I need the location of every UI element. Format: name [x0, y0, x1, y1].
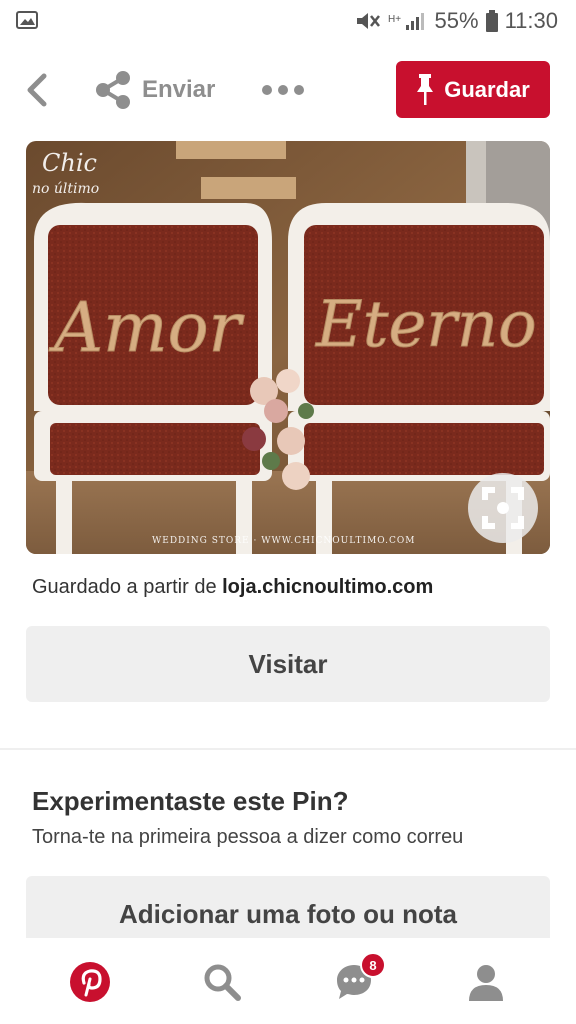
pushpin-icon [417, 73, 434, 105]
saved-from-prefix: Guardado a partir de [32, 576, 223, 598]
sign-right-text: Eterno [315, 288, 537, 362]
profile-icon [469, 965, 503, 1001]
visit-label: Visitar [248, 648, 328, 679]
lens-icon [482, 487, 524, 529]
pinterest-home-icon [70, 962, 110, 1002]
saved-from-text: Guardado a partir de loja.chicnoultimo.c… [32, 576, 433, 599]
pin-image[interactable]: Amor Eterno Chic no último WEDDING STORE… [26, 141, 550, 554]
add-photo-or-note-label: Adicionar uma foto ou nota [119, 898, 457, 929]
clock: 11:30 [504, 8, 558, 33]
save-button[interactable]: Guardar [396, 61, 550, 118]
watermark-brand-sub: no último [32, 181, 99, 197]
svg-text:H+: H+ [388, 14, 401, 25]
signal-icon: H+ [388, 13, 424, 30]
back-arrow-icon[interactable] [22, 70, 52, 110]
footer-watermark: WEDDING STORE · WWW.CHICNOULTIMO.COM [152, 536, 415, 546]
watermark-brand: Chic [42, 149, 97, 177]
nav-search[interactable] [198, 958, 246, 1006]
more-options-button[interactable] [262, 78, 306, 102]
save-label: Guardar [444, 76, 530, 102]
tried-pin-title: Experimentaste este Pin? [32, 786, 349, 816]
battery-percent: 55% [434, 8, 479, 33]
visit-button[interactable]: Visitar [26, 626, 550, 702]
sign-left-text: Amor [48, 289, 245, 368]
source-domain-link[interactable]: loja.chicnoultimo.com [222, 576, 433, 598]
status-bar: H+ 55% 11:30 [0, 0, 576, 42]
nav-home[interactable] [66, 958, 114, 1006]
section-divider [0, 748, 576, 750]
nav-profile[interactable] [462, 958, 510, 1006]
battery-icon [485, 10, 498, 32]
tried-pin-subtitle: Torna-te na primeira pessoa a dizer como… [32, 826, 464, 848]
pin-toolbar: Enviar Guardar [0, 56, 576, 124]
more-dot-icon [294, 85, 304, 95]
bottom-navigation: 8 [0, 938, 576, 1024]
visual-search-button[interactable] [468, 473, 538, 543]
more-dot-icon [278, 85, 288, 95]
share-label: Enviar [142, 76, 216, 103]
share-icon [96, 71, 130, 109]
share-button[interactable]: Enviar [94, 70, 215, 110]
search-icon [204, 964, 241, 1001]
gallery-icon [16, 11, 38, 29]
notification-badge: 8 [360, 952, 386, 978]
mute-icon [356, 13, 380, 29]
more-dot-icon [262, 85, 272, 95]
